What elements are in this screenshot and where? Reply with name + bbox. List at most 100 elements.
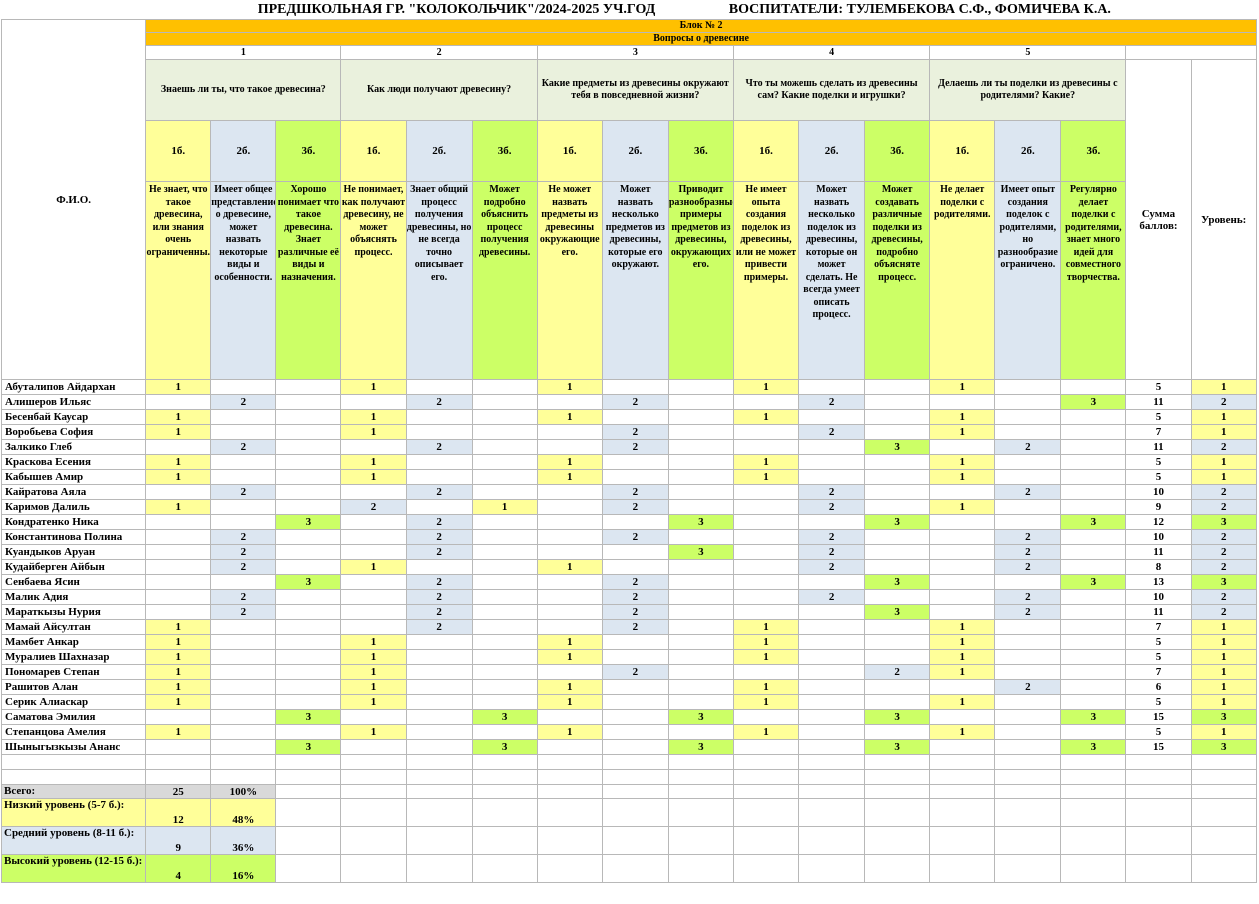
score-cell: 3: [864, 709, 931, 725]
score-cell: 1: [929, 724, 996, 740]
score-cell: [340, 544, 407, 560]
score-cell: 1: [929, 469, 996, 485]
score-cell: 2: [798, 394, 866, 410]
child-name: Алишеров Ильяс: [0, 394, 147, 410]
score-cell: [994, 649, 1062, 665]
empty-cell: [275, 854, 342, 883]
child-name: Сенбаева Ясин: [0, 574, 147, 590]
score-cell: 3: [1060, 514, 1127, 530]
score-cell: 2: [864, 664, 931, 680]
score-cell: [864, 394, 931, 410]
score-cell: [275, 664, 342, 680]
sum-cell: 11: [1125, 394, 1192, 410]
score-cell: [864, 619, 931, 635]
score-cell: [210, 664, 277, 680]
empty-cell: [864, 754, 931, 770]
score-cell: [667, 379, 734, 395]
score-cell: 1: [929, 694, 996, 710]
empty-cell: [340, 798, 407, 827]
score-cell: 3: [864, 514, 931, 530]
score-cell: [994, 694, 1062, 710]
score-cell: 1: [536, 694, 603, 710]
summary-count: 9: [145, 826, 212, 855]
child-name: Степанцова Амелия: [0, 724, 147, 740]
score-cell: [405, 409, 473, 425]
empty-cell: [0, 769, 147, 785]
score-cell: [601, 559, 669, 575]
score-cell: [471, 409, 538, 425]
empty-cell: [994, 854, 1062, 883]
points-header: 3б.: [471, 120, 538, 182]
score-cell: 1: [145, 424, 212, 440]
score-cell: [732, 529, 800, 545]
score-cell: [1060, 409, 1127, 425]
score-cell: 2: [210, 604, 277, 620]
score-cell: [929, 529, 996, 545]
score-cell: [601, 634, 669, 650]
group-title: ПРЕДШКОЛЬНАЯ ГР. "КОЛОКОЛЬЧИК"/2024-2025…: [257, 2, 656, 17]
score-cell: 1: [340, 409, 407, 425]
empty-cell: [732, 854, 800, 883]
score-cell: [405, 649, 473, 665]
score-cell: 2: [601, 604, 669, 620]
level-cell: 1: [1190, 679, 1258, 695]
level-cell: 2: [1190, 394, 1258, 410]
empty-cell: [732, 784, 800, 799]
score-cell: 2: [994, 529, 1062, 545]
summary-percent: 16%: [210, 854, 277, 883]
score-cell: [667, 499, 734, 515]
empty-cell: [275, 769, 342, 785]
score-cell: [929, 739, 996, 755]
empty-cell: [929, 754, 996, 770]
score-cell: 1: [536, 469, 603, 485]
criterion-description: Не может назвать предметы из древесины о…: [536, 181, 603, 380]
question-number: 4: [732, 45, 931, 60]
empty-cell: [994, 754, 1062, 770]
score-cell: 2: [210, 559, 277, 575]
summary-count: 25: [145, 784, 212, 799]
score-cell: [929, 514, 996, 530]
score-cell: [1060, 484, 1127, 500]
score-cell: [275, 559, 342, 575]
empty-cell: [275, 784, 342, 799]
child-name: Кабышев Амир: [0, 469, 147, 485]
score-cell: [601, 694, 669, 710]
table-row: Кабышев Амир 1 1 1 1 1 5 1: [0, 469, 1258, 485]
score-cell: 2: [798, 484, 866, 500]
empty-cell: [667, 784, 734, 799]
score-cell: [1060, 679, 1127, 695]
points-header: 1б.: [732, 120, 800, 182]
score-cell: [1060, 589, 1127, 605]
score-cell: [405, 679, 473, 695]
empty-cell: [1190, 769, 1258, 785]
score-cell: [667, 394, 734, 410]
score-cell: 2: [994, 589, 1062, 605]
score-cell: 2: [994, 604, 1062, 620]
score-cell: [405, 709, 473, 725]
empty-cell: [864, 826, 931, 855]
empty-cell: [405, 826, 473, 855]
score-cell: 3: [667, 514, 734, 530]
summary-label: Низкий уровень (5-7 б.):: [0, 798, 147, 827]
score-cell: [536, 439, 603, 455]
criterion-description: Не понимает, как получают древесину, не …: [340, 181, 407, 380]
score-cell: [798, 514, 866, 530]
score-cell: 2: [994, 679, 1062, 695]
sum-header: Сумма баллов:: [1125, 59, 1192, 380]
score-cell: [864, 544, 931, 560]
score-cell: [994, 739, 1062, 755]
points-header: 3б.: [864, 120, 931, 182]
empty-cell: [667, 798, 734, 827]
empty-cell: [798, 826, 866, 855]
score-cell: [864, 724, 931, 740]
points-header: 2б.: [601, 120, 669, 182]
child-name: Серик Алиаскар: [0, 694, 147, 710]
score-cell: [929, 439, 996, 455]
points-header: 1б.: [929, 120, 996, 182]
score-cell: [929, 484, 996, 500]
empty-cell: [994, 826, 1062, 855]
score-cell: 1: [145, 724, 212, 740]
table-row: Муралиев Шахназар 1 1 1 1 1 5 1: [0, 649, 1258, 665]
child-name: Кудайберген Айбын: [0, 559, 147, 575]
question-text: Делаешь ли ты поделки из древесины с род…: [929, 59, 1127, 121]
